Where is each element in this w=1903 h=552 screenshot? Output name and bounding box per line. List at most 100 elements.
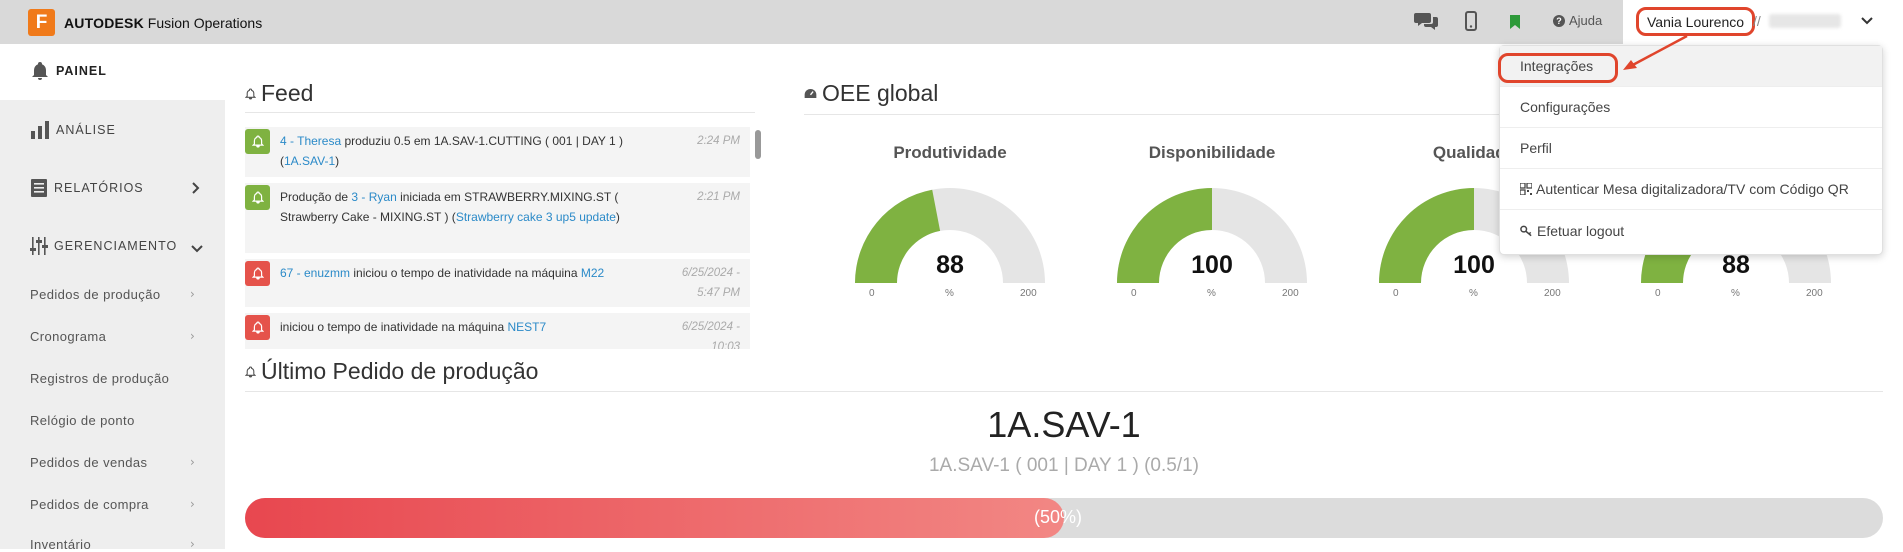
bell-icon xyxy=(32,62,48,80)
highlight-circle-annotation xyxy=(1498,53,1618,83)
feed-text: iniciou o tempo de inatividade na máquin… xyxy=(350,266,581,280)
feed-timestamp: 2:21 PM xyxy=(697,191,740,203)
gauge-value: 88 xyxy=(1722,251,1750,279)
divider xyxy=(804,114,1504,115)
feed-text: ) xyxy=(335,154,340,168)
divider xyxy=(245,391,1883,392)
feed-link[interactable]: 67 - enuzmm xyxy=(280,266,350,280)
chevron-down-icon[interactable] xyxy=(1860,13,1874,32)
feed-item-text: Produção de 3 - Ryan iniciada em STRAWBE… xyxy=(280,187,655,227)
oee-title-text: OEE global xyxy=(822,80,939,106)
progress-label: (50%) xyxy=(1034,507,1083,527)
bell-icon xyxy=(245,87,256,99)
gauge-unit: % xyxy=(1207,288,1216,299)
sidebar-item-gerenciamento[interactable]: GERENCIAMENTO xyxy=(30,236,177,256)
brand-bold: AUTODESK xyxy=(64,14,144,31)
sidebar-sub-pedidos-compra[interactable]: Pedidos de compra xyxy=(30,497,149,512)
feed-link[interactable]: M22 xyxy=(581,266,604,280)
brand-logo[interactable]: F AUTODESK Fusion Operations xyxy=(28,9,262,36)
sidebar-label-painel: PAINEL xyxy=(56,64,107,78)
feed-item-text: iniciou o tempo de inatividade na máquin… xyxy=(280,317,655,337)
divider xyxy=(245,112,755,113)
sidebar-item-analise[interactable]: ANÁLISE xyxy=(30,120,116,140)
bar-chart-icon xyxy=(31,121,49,139)
menu-item-logout[interactable]: Efetuar logout xyxy=(1500,210,1882,251)
feed-item-text: 67 - enuzmm iniciou o tempo de inativida… xyxy=(280,263,655,283)
feed-text: Produção de xyxy=(280,190,352,204)
gauge-max: 200 xyxy=(1544,288,1561,299)
bell-icon xyxy=(245,315,270,340)
sidebar-item-painel[interactable]: PAINEL xyxy=(30,61,107,81)
feed-list: 4 - Theresa produziu 0.5 em 1A.SAV-1.CUT… xyxy=(245,127,752,349)
feed-link[interactable]: 3 - Ryan xyxy=(351,190,396,204)
chevron-right-icon xyxy=(190,180,202,199)
gauge-disponibilidade: Disponibilidade 100 0 % 200 xyxy=(1107,143,1317,313)
mobile-icon[interactable] xyxy=(1465,11,1477,35)
user-separator: // xyxy=(1753,13,1761,29)
menu-item-label: Efetuar logout xyxy=(1537,222,1625,239)
fusion-logo-icon: F xyxy=(28,9,55,36)
menu-item-label: Configurações xyxy=(1520,99,1611,115)
report-icon xyxy=(31,179,47,197)
gauge-label: Disponibilidade xyxy=(1148,143,1276,162)
feed-text: iniciou o tempo de inatividade na máquin… xyxy=(280,320,508,334)
last-order-title: Último Pedido de produção xyxy=(245,358,538,385)
sidebar-sub-inventario[interactable]: Inventário xyxy=(30,537,91,552)
menu-item-perfil[interactable]: Perfil xyxy=(1500,128,1882,169)
feed-item: 4 - Theresa produziu 0.5 em 1A.SAV-1.CUT… xyxy=(245,127,750,177)
help-link[interactable]: ? Ajuda xyxy=(1553,13,1602,28)
sidebar-sub-pedidos-vendas[interactable]: Pedidos de vendas xyxy=(30,455,147,470)
order-code[interactable]: 1A.SAV-1 xyxy=(245,404,1883,446)
feed-link[interactable]: 4 - Theresa xyxy=(280,134,341,148)
gauge-min: 0 xyxy=(1393,288,1399,299)
menu-item-label: Autenticar Mesa digitalizadora/TV com Có… xyxy=(1536,181,1849,197)
gauge-label: Produtividade xyxy=(893,143,1007,162)
oee-title: OEE global xyxy=(804,80,938,107)
brand-name: AUTODESK Fusion Operations xyxy=(64,15,262,31)
bell-icon xyxy=(245,185,270,210)
order-progress-bar: (50%) xyxy=(245,498,1883,538)
sidebar-sub-registros-producao[interactable]: Registros de produção xyxy=(30,371,169,386)
annotation-arrow xyxy=(1623,34,1688,70)
feed-link[interactable]: Strawberry cake 3 up5 update xyxy=(456,210,616,224)
feed-item: Produção de 3 - Ryan iniciada em STRAWBE… xyxy=(245,183,750,253)
redacted-company xyxy=(1769,14,1841,28)
sidebar-label-gerenciamento: GERENCIAMENTO xyxy=(54,239,178,253)
menu-item-configuracoes[interactable]: Configurações xyxy=(1500,87,1882,128)
gauge-unit: % xyxy=(1731,288,1740,299)
gauge-max: 200 xyxy=(1020,288,1037,299)
sidebar-sub-cronograma[interactable]: Cronograma xyxy=(30,329,106,344)
feed-timestamp: 6/25/2024 - 10:03 xyxy=(681,321,740,349)
gauge-value: 100 xyxy=(1453,251,1495,279)
gauge-produtividade: Produtividade 88 0 % 200 xyxy=(845,143,1055,313)
help-icon: ? xyxy=(1553,14,1565,27)
feed-item: iniciou o tempo de inatividade na máquin… xyxy=(245,313,750,349)
sliders-icon xyxy=(30,237,48,255)
feed-title: Feed xyxy=(245,80,313,107)
key-icon xyxy=(1520,225,1532,236)
feed-timestamp: 6/25/2024 - 5:47 PM xyxy=(681,267,740,299)
menu-item-autenticar-qr[interactable]: Autenticar Mesa digitalizadora/TV com Có… xyxy=(1500,169,1882,210)
sidebar-sub-relogio-ponto[interactable]: Relógio de ponto xyxy=(30,413,135,428)
gauge-max: 200 xyxy=(1806,288,1823,299)
feed-link[interactable]: NEST7 xyxy=(507,320,546,334)
order-subtitle: 1A.SAV-1 ( 001 | DAY 1 ) (0.5/1) xyxy=(928,455,1199,476)
help-label: Ajuda xyxy=(1569,13,1603,28)
sidebar-label-analise: ANÁLISE xyxy=(56,123,116,137)
gauge-max: 200 xyxy=(1282,288,1299,299)
bookmark-icon[interactable] xyxy=(1510,14,1520,33)
sidebar-item-relatorios[interactable]: RELATÓRIOS xyxy=(30,178,144,198)
bell-icon xyxy=(245,261,270,286)
chevron-right-icon: › xyxy=(190,287,195,301)
sidebar-label-relatorios: RELATÓRIOS xyxy=(54,181,144,195)
chevron-down-icon xyxy=(190,240,204,259)
feed-item: 67 - enuzmm iniciou o tempo de inativida… xyxy=(245,259,750,307)
feed-link[interactable]: 1A.SAV-1 xyxy=(284,154,335,168)
gauge-value: 100 xyxy=(1191,251,1233,279)
feed-text: ) xyxy=(615,210,620,224)
chat-icon[interactable] xyxy=(1414,11,1438,35)
feed-scrollbar[interactable] xyxy=(755,130,761,159)
gauge-unit: % xyxy=(1469,288,1478,299)
sidebar-sub-pedidos-producao[interactable]: Pedidos de produção xyxy=(30,287,160,302)
gauge-unit: % xyxy=(945,288,954,299)
